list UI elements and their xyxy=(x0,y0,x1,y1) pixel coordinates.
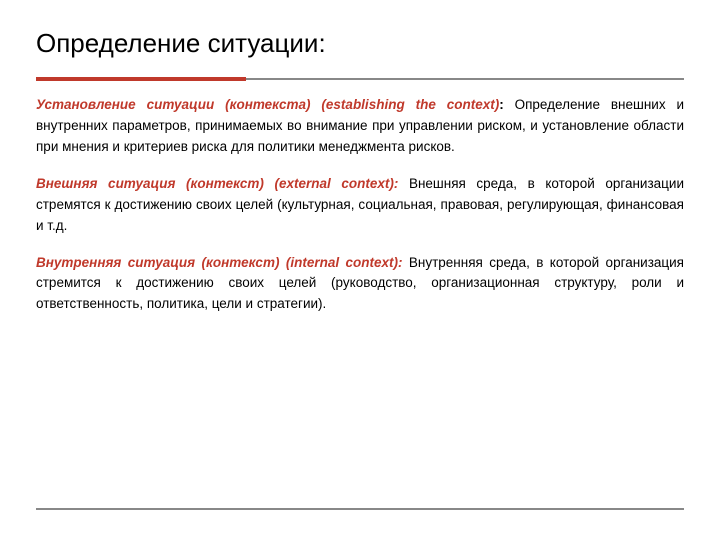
top-divider xyxy=(36,77,684,81)
slide: Определение ситуации: Установление ситуа… xyxy=(0,0,720,540)
top-line-gray xyxy=(246,78,684,80)
section-internal: Внутренняя ситуация (контекст) (internal… xyxy=(36,253,684,316)
bottom-divider xyxy=(36,508,684,510)
section2-text: Внешняя ситуация (контекст) (external co… xyxy=(36,174,684,237)
section-establishing: Установление ситуации (контекста) (estab… xyxy=(36,95,684,158)
section-external: Внешняя ситуация (контекст) (external co… xyxy=(36,174,684,237)
section2-label: Внешняя ситуация (контекст) (external co… xyxy=(36,176,398,191)
bottom-line xyxy=(36,508,684,510)
section3-text: Внутренняя ситуация (контекст) (internal… xyxy=(36,253,684,316)
section3-label: Внутренняя ситуация (контекст) (internal… xyxy=(36,255,403,270)
section1-label: Установление ситуации (контекста) (estab… xyxy=(36,97,499,112)
top-line-red xyxy=(36,77,246,81)
page-title: Определение ситуации: xyxy=(36,28,684,59)
section1-text: Установление ситуации (контекста) (estab… xyxy=(36,95,684,158)
